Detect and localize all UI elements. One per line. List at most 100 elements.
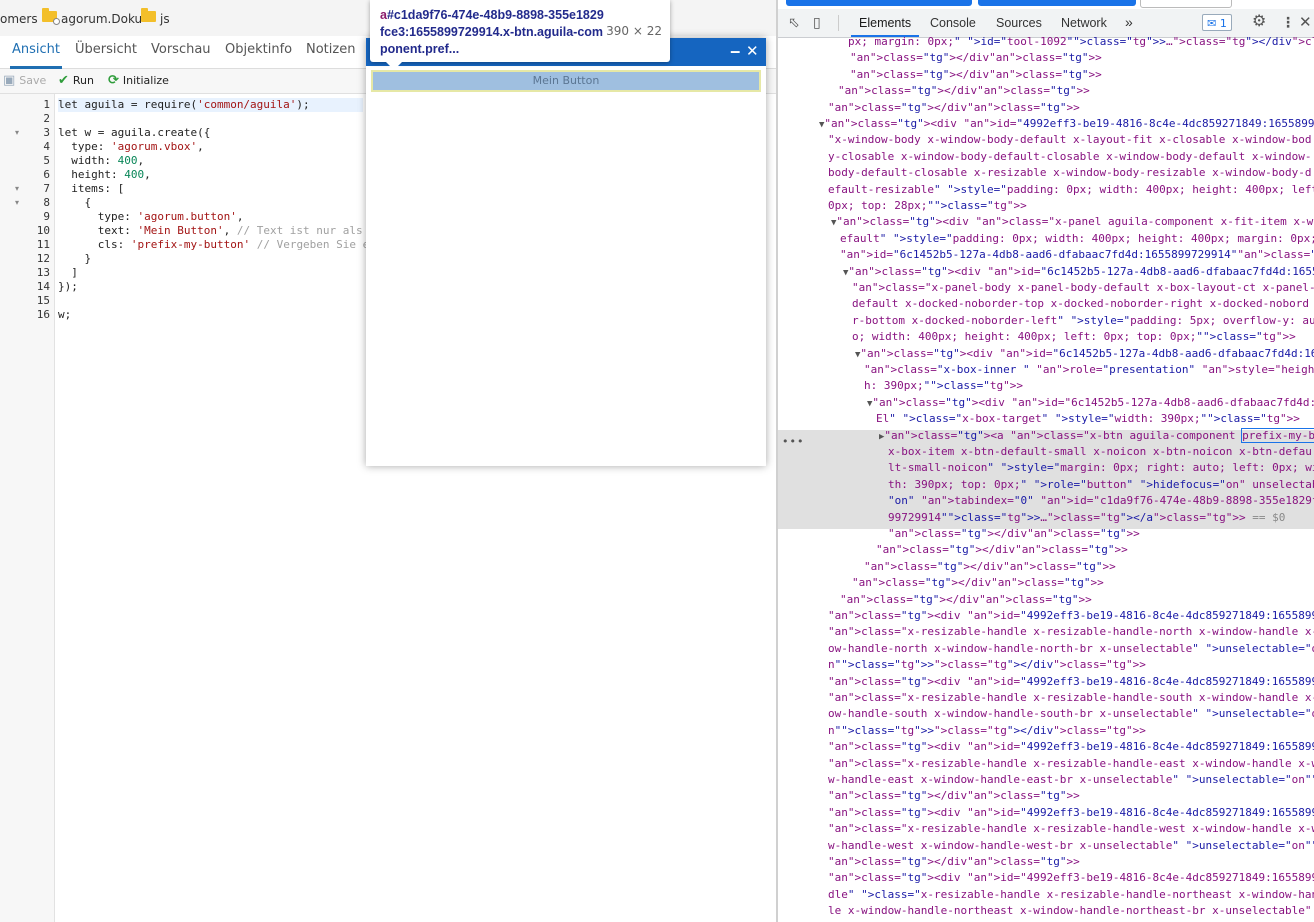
fold-toggle-icon[interactable]: ▾ (15, 126, 19, 140)
minimize-icon[interactable]: ‒ (730, 42, 740, 60)
dom-tree-line[interactable]: "an">class="x-resizable-handle x-resizab… (828, 821, 1314, 837)
dom-tree-line[interactable]: "an">class="tg"><div "an">id="4992eff3-b… (828, 608, 1314, 624)
dom-tree-line[interactable]: "an">class="x-resizable-handle x-resizab… (828, 690, 1314, 706)
dom-tree-line[interactable]: ow-handle-south x-window-handle-south-br… (828, 706, 1314, 722)
code-line[interactable]: type: 'agorum.vbox', (58, 140, 203, 154)
dom-tree-line[interactable]: w-handle-east x-window-handle-east-br x-… (828, 772, 1314, 788)
dom-tree-line[interactable]: "an">class="tg"></div"an">class="tg">> (828, 100, 1080, 116)
code-line[interactable]: w; (58, 308, 71, 322)
gear-icon[interactable]: ⚙ (1252, 13, 1266, 29)
code-line[interactable]: } (58, 252, 91, 266)
top-input[interactable] (1140, 0, 1232, 8)
dom-tree-line[interactable]: "an">class="tg"></div"an">class="tg">> (828, 788, 1080, 804)
dom-tree-line[interactable]: efault-resizable" ">style="padding: 0px;… (828, 182, 1314, 198)
dom-tree-line[interactable]: ▼"an">class="tg"><div "an">id="6c1452b5-… (867, 395, 1314, 412)
dom-tree-line[interactable]: "an">class="tg"></div"an">class="tg">> (850, 50, 1102, 66)
code-line[interactable]: text: 'Mein Button', // Text ist nur als (58, 224, 363, 238)
tab-vorschau[interactable]: Vorschau (151, 42, 211, 57)
dom-tree-line[interactable]: "an">class="tg"></div"an">class="tg">> (838, 83, 1090, 99)
dom-tree-line[interactable]: "an">class="x-panel-body x-panel-body-de… (852, 280, 1314, 296)
dom-tree-line[interactable]: "an">class="tg"><div "an">id="4992eff3-b… (828, 870, 1314, 886)
dom-tree-line[interactable]: "an">class="tg"><div "an">id="4992eff3-b… (828, 674, 1314, 690)
inspect-element-icon[interactable]: ⬁ (788, 15, 800, 31)
dom-tree-line[interactable]: "an">class="tg"></div"an">class="tg">> (828, 854, 1080, 870)
dom-tree-line[interactable]: r-bottom x-docked-noborder-left" ">style… (852, 313, 1314, 329)
top-button[interactable] (786, 0, 972, 6)
run-button[interactable]: ✔ Run (58, 73, 94, 89)
save-button[interactable]: ▣ Save (3, 73, 46, 89)
dom-tree-line[interactable]: "an">class="tg"><div "an">id="4992eff3-b… (828, 739, 1314, 755)
dom-tree-line[interactable]: h: 390px;"">class="tg">> (864, 378, 1023, 394)
dom-tree-line[interactable]: ▼"an">class="tg"><div "an">id="6c1452b5-… (855, 346, 1314, 363)
dom-tree-line[interactable]: "an">id="6c1452b5-127a-4db8-aad6-dfabaac… (840, 247, 1314, 263)
tab-notizen[interactable]: Notizen (306, 42, 355, 57)
dom-tree-line[interactable]: "an">class="tg"></div"an">class="tg">> (852, 575, 1104, 591)
node-actions-ellipsis[interactable]: ••• (782, 435, 804, 448)
dom-tree-line[interactable]: "an">class="tg"></div"an">class="tg">> (888, 526, 1140, 542)
dom-tree-line[interactable]: "an">class="tg"></div"an">class="tg">> (840, 592, 1092, 608)
tab-uebersicht[interactable]: Übersicht (75, 42, 137, 57)
more-tabs-icon[interactable]: » (1125, 14, 1133, 30)
dom-tree-line[interactable]: le x-window-handle-northeast x-window-ha… (828, 903, 1311, 919)
code-line[interactable]: type: 'agorum.button', (58, 210, 244, 224)
code-line[interactable]: }); (58, 280, 78, 294)
dom-tree-line[interactable]: o; width: 400px; height: 400px; left: 0p… (852, 329, 1296, 345)
dom-tree-line[interactable]: x-box-item x-btn-default-small x-noicon … (888, 444, 1312, 460)
dom-tree-line[interactable]: ▼"an">class="tg"><div "an">id="4992eff3-… (819, 116, 1314, 133)
code-line[interactable]: let w = aguila.create({ (58, 126, 210, 140)
fold-toggle-icon[interactable]: ▾ (15, 182, 19, 196)
fold-toggle-icon[interactable]: ▾ (15, 196, 19, 210)
code-line[interactable]: items: [ (58, 182, 124, 196)
close-icon[interactable]: ✕ (1299, 14, 1312, 30)
dom-tree-line[interactable]: body-default-closable x-resizable x-wind… (828, 165, 1311, 181)
code-line[interactable]: { (58, 196, 91, 210)
device-toolbar-icon[interactable]: ▯ (813, 15, 821, 31)
dom-tree-line[interactable]: "an">class="tg"><div "an">id="4992eff3-b… (828, 805, 1314, 821)
dom-tree-line[interactable]: n"">class="tg">>">class="tg"></div">clas… (828, 723, 1146, 739)
top-button[interactable] (978, 0, 1136, 6)
code-line[interactable]: height: 400, (58, 168, 151, 182)
breadcrumb-item-js[interactable]: js (160, 12, 170, 26)
dom-tree-line[interactable]: dle" ">class="x-resizable-handle x-resiz… (828, 887, 1314, 903)
dom-tree-line[interactable]: 99729914"">class="tg">>…">class="tg"></a… (888, 510, 1285, 526)
tab-objektinfo[interactable]: Objektinfo (225, 42, 292, 57)
tab-console[interactable]: Console (930, 16, 976, 30)
dom-tree-line[interactable]: y-closable x-window-body-default-closabl… (828, 149, 1311, 165)
dom-tree-line[interactable]: "an">class="x-box-inner " "an">role="pre… (864, 362, 1314, 378)
dom-tree-line[interactable]: efault" ">style="padding: 0px; width: 40… (840, 231, 1314, 247)
mein-button[interactable]: Mein Button (371, 70, 761, 92)
dom-tree-line[interactable]: "an">class="tg"></div"an">class="tg">> (876, 542, 1128, 558)
dom-tree-line[interactable]: "an">class="x-resizable-handle x-resizab… (828, 624, 1314, 640)
dom-tree-line[interactable]: "x-window-body x-window-body-default x-l… (828, 132, 1311, 148)
tab-elements[interactable]: Elements (850, 16, 920, 37)
dom-tree-line[interactable]: El" ">class="x-box-target" ">style="widt… (876, 411, 1300, 427)
dom-tree[interactable]: ••• px; margin: 0px;" ">id="tool-1092"">… (778, 35, 1314, 922)
dom-tree-line[interactable]: "an">class="x-resizable-handle x-resizab… (828, 756, 1314, 772)
dom-tree-line[interactable]: ow-handle-north x-window-handle-north-br… (828, 641, 1314, 657)
dom-tree-line[interactable]: "an">class="tg"></div"an">class="tg">> (864, 559, 1116, 575)
code-line[interactable]: let aguila = require('common/aguila'); (58, 98, 363, 112)
code-line[interactable]: width: 400, (58, 154, 144, 168)
initialize-button[interactable]: ⟳ Initialize (108, 73, 169, 89)
kebab-menu-icon[interactable]: ⋮ (1281, 15, 1295, 31)
dom-tree-line[interactable]: ▼"an">class="tg"><div "an">id="6c1452b5-… (843, 264, 1314, 281)
code-line[interactable]: ] (58, 266, 78, 280)
breadcrumb-item-customers[interactable]: omers (0, 12, 38, 26)
dom-tree-line[interactable]: px; margin: 0px;" ">id="tool-1092"">clas… (848, 34, 1314, 50)
close-icon[interactable]: ✕ (746, 42, 759, 60)
dom-tree-line[interactable]: th: 390px; top: 0px;" ">role="button" ">… (888, 477, 1314, 493)
dom-tree-line[interactable]: default x-docked-noborder-top x-docked-n… (852, 296, 1309, 312)
console-message-badge[interactable]: ✉ 1 (1202, 14, 1232, 31)
breadcrumb-item-agorum-doku[interactable]: agorum.Doku (61, 12, 142, 26)
dom-tree-line[interactable]: lt-small-noicon" ">style="margin: 0px; r… (888, 460, 1314, 476)
tab-network[interactable]: Network (1061, 16, 1107, 30)
code-line[interactable]: cls: 'prefix-my-button' // Vergeben Sie … (58, 238, 370, 252)
dom-tree-line[interactable]: "on" "an">tabindex="0" "an">id="c1da9f76… (888, 493, 1314, 509)
dom-tree-line[interactable]: ▼"an">class="tg"><div "an">class="x-pane… (831, 214, 1314, 231)
dom-tree-line[interactable]: w-handle-west x-window-handle-west-br x-… (828, 838, 1314, 854)
tab-ansicht[interactable]: Ansicht (9, 42, 63, 69)
dom-tree-line[interactable]: "an">class="tg"></div"an">class="tg">> (850, 67, 1102, 83)
tab-sources[interactable]: Sources (996, 16, 1042, 30)
dom-tree-line[interactable]: 0px; top: 28px;"">class="tg">> (828, 198, 1027, 214)
dom-tree-line[interactable]: n"">class="tg">>">class="tg"></div">clas… (828, 657, 1146, 673)
